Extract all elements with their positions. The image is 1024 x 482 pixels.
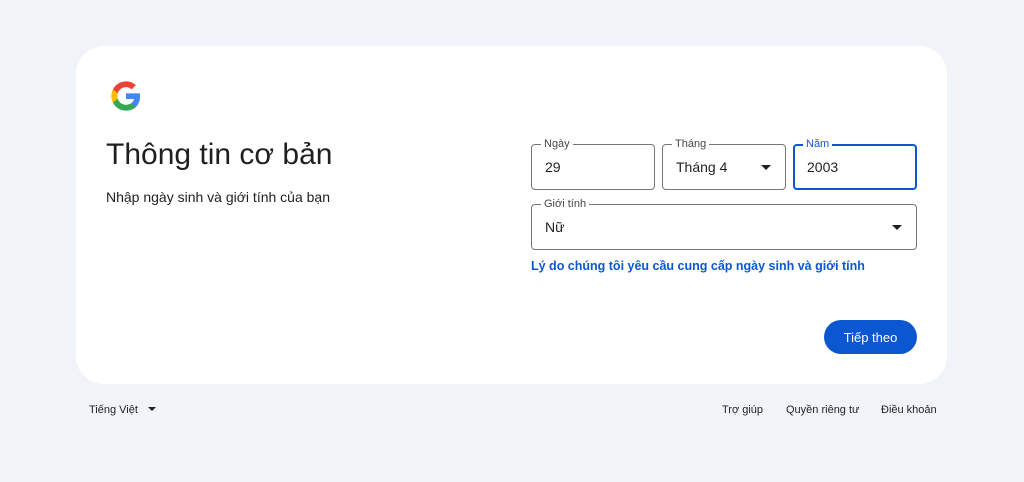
language-select[interactable]: Tiếng Việt	[89, 404, 156, 416]
year-field[interactable]: Năm 2003	[793, 137, 917, 190]
year-field-value: 2003	[807, 159, 839, 175]
gender-select[interactable]: Giới tính Nữ	[531, 197, 917, 250]
day-field-value: 29	[545, 159, 561, 175]
page-subtitle: Nhập ngày sinh và giới tính của bạn	[106, 189, 330, 205]
google-logo-icon	[111, 81, 141, 111]
language-select-value: Tiếng Việt	[89, 404, 138, 416]
privacy-link[interactable]: Quyền riêng tư	[786, 404, 859, 416]
caret-down-icon	[761, 165, 771, 170]
signup-card: Thông tin cơ bản Nhập ngày sinh và giới …	[76, 46, 947, 384]
month-select[interactable]: Tháng Tháng 4	[662, 137, 786, 190]
caret-down-icon	[892, 225, 902, 230]
next-button[interactable]: Tiếp theo	[824, 320, 917, 354]
help-link[interactable]: Trợ giúp	[722, 404, 763, 416]
gender-select-value: Nữ	[545, 219, 565, 235]
month-select-value: Tháng 4	[676, 159, 728, 175]
day-field[interactable]: Ngày 29	[531, 137, 655, 190]
why-birthday-gender-link[interactable]: Lý do chúng tôi yêu cầu cung cấp ngày si…	[531, 259, 865, 273]
terms-link[interactable]: Điều khoản	[881, 404, 937, 416]
page-title: Thông tin cơ bản	[106, 138, 333, 171]
caret-down-icon	[147, 407, 156, 412]
